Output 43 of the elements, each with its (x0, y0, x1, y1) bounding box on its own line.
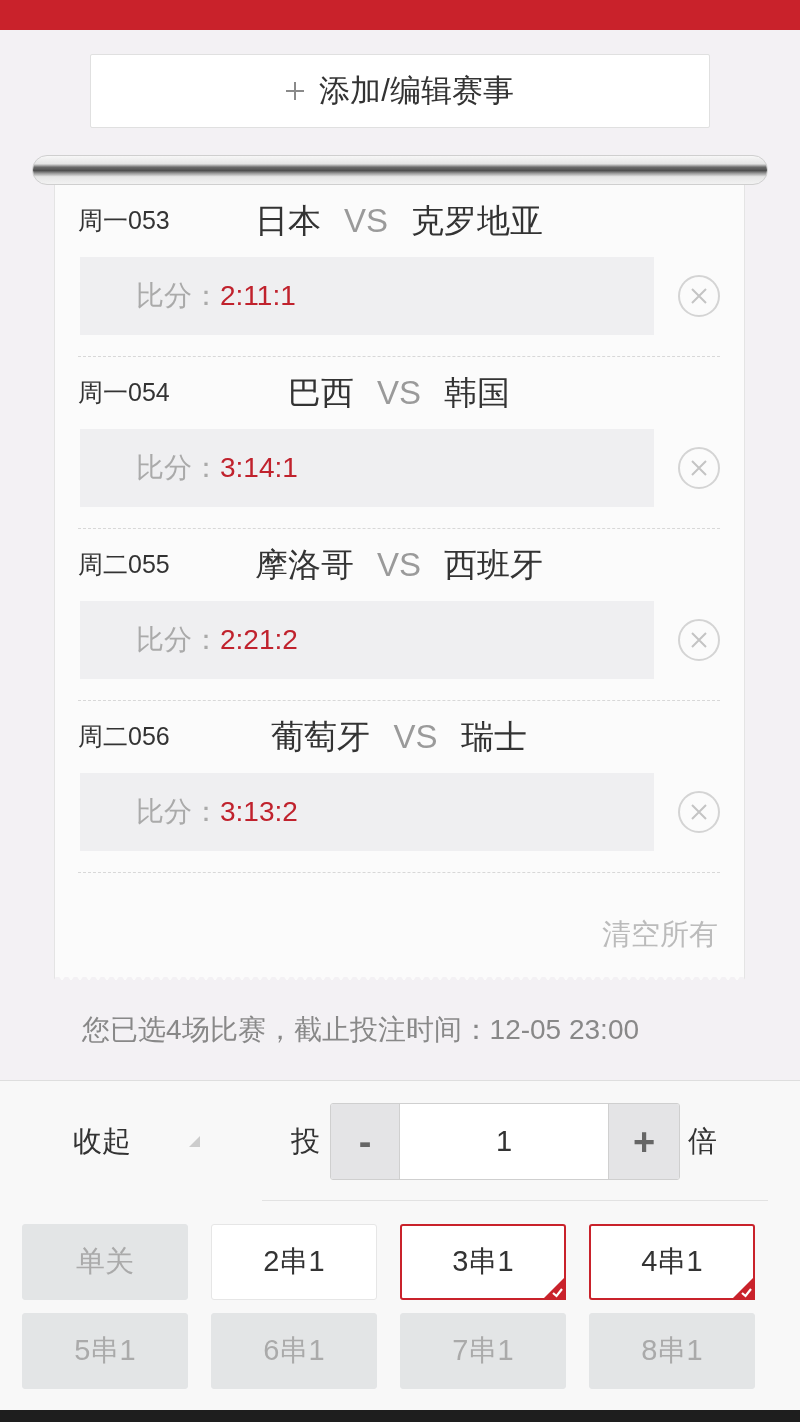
remove-icon[interactable] (678, 791, 720, 833)
score-label: 比分： (136, 279, 220, 313)
team-name: 韩国 (444, 373, 510, 414)
match-code: 周一053 (78, 205, 170, 237)
remove-icon[interactable] (678, 275, 720, 317)
score-label: 比分： (136, 795, 220, 829)
team-name: 瑞士 (460, 717, 527, 758)
team-name: 巴西 (288, 373, 354, 414)
minus-button[interactable]: - (331, 1104, 399, 1179)
summary-text: 您已选4场比赛，截止投注时间：12-05 23:00 (82, 1013, 640, 1047)
remove-icon[interactable] (678, 447, 720, 489)
pass-type-button[interactable]: 2串1 (211, 1224, 377, 1300)
match-code: 周二056 (78, 721, 170, 753)
score-value: 2:11:1 (220, 279, 296, 313)
team-name: 克罗地亚 (411, 201, 543, 242)
match-code: 周一054 (78, 377, 170, 409)
vs-label: VS (344, 201, 388, 242)
team-name: 摩洛哥 (255, 545, 354, 586)
add-match-button[interactable]: 添加/编辑赛事 (90, 54, 710, 128)
plus-button[interactable]: + (609, 1104, 679, 1179)
bet-label: 投 (291, 1123, 320, 1159)
score-label: 比分： (136, 451, 220, 485)
caret-icon (189, 1136, 200, 1147)
score-value: 3:14:1 (220, 451, 298, 485)
team-name: 日本 (255, 201, 321, 242)
collapse-button[interactable]: 收起 (73, 1119, 200, 1164)
pass-type-button[interactable]: 4串1 (589, 1224, 755, 1300)
vs-label: VS (377, 373, 421, 414)
vs-label: VS (393, 717, 438, 758)
team-name: 西班牙 (444, 545, 543, 586)
match-code: 周二055 (78, 549, 170, 581)
check-corner-icon (542, 1276, 566, 1300)
score-label: 比分： (136, 623, 220, 657)
multiplier-unit: 倍 (688, 1123, 717, 1159)
vs-label: VS (377, 545, 421, 586)
check-corner-icon (731, 1276, 755, 1300)
score-value: 3:13:2 (220, 795, 298, 829)
team-name: 葡萄牙 (271, 717, 371, 758)
pass-type-button[interactable]: 3串1 (400, 1224, 566, 1300)
score-value: 2:21:2 (220, 623, 298, 657)
multiplier-input[interactable]: 1 (399, 1104, 609, 1179)
plus-icon (286, 82, 305, 100)
remove-icon[interactable] (678, 619, 720, 661)
